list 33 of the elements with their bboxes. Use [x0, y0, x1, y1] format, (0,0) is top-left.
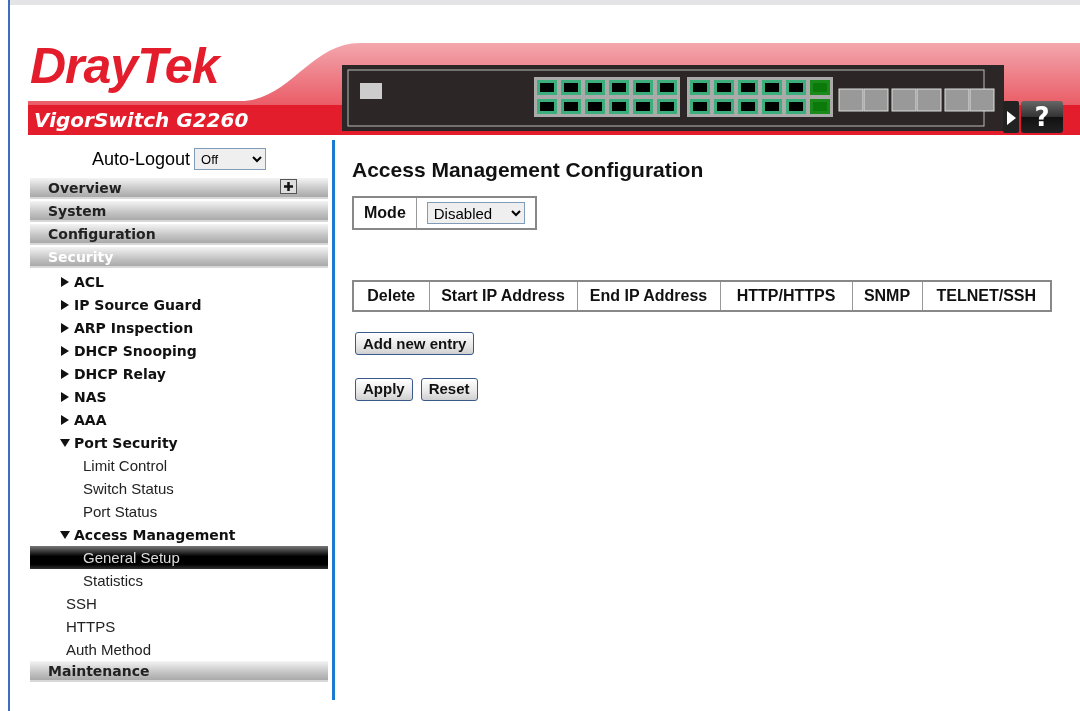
- form-button[interactable]: Apply: [355, 377, 413, 401]
- play-button[interactable]: [1003, 101, 1019, 133]
- model-name: VigorSwitch G2260: [34, 108, 249, 132]
- auto-logout-select[interactable]: Off: [194, 148, 267, 170]
- nav-item[interactable]: IP Source Guard: [30, 293, 328, 316]
- play-icon: [1006, 110, 1016, 125]
- nav-item[interactable]: HTTPS: [30, 615, 328, 638]
- nav-item[interactable]: Switch Status: [30, 477, 328, 500]
- expand-icon[interactable]: [280, 179, 297, 194]
- page-title: Access Management Configuration: [352, 158, 705, 182]
- nav-item[interactable]: Auth Method: [30, 638, 328, 661]
- auto-logout-label: Auto-Logout: [91, 148, 191, 170]
- nav-item[interactable]: NAS: [30, 385, 328, 408]
- nav-item[interactable]: Statistics: [30, 569, 328, 592]
- nav-item[interactable]: ARP Inspection: [30, 316, 328, 339]
- nav-item[interactable]: DHCP Snooping: [30, 339, 328, 362]
- nav-item[interactable]: AAA: [30, 408, 328, 431]
- nav-item[interactable]: SSH: [30, 592, 328, 615]
- form-button[interactable]: Reset: [420, 377, 478, 401]
- nav-item[interactable]: Port Status: [30, 500, 328, 523]
- menu-header[interactable]: Maintenance: [30, 661, 328, 682]
- menu-header[interactable]: Configuration: [30, 224, 328, 245]
- help-button[interactable]: ?: [1021, 101, 1063, 133]
- nav-item[interactable]: Port Security: [30, 431, 328, 454]
- nav-item[interactable]: ACL: [30, 270, 328, 293]
- nav-item[interactable]: Limit Control: [30, 454, 328, 477]
- nav-item[interactable]: General Setup: [30, 546, 328, 569]
- nav-item[interactable]: DHCP Relay: [30, 362, 328, 385]
- mode-select[interactable]: Disabled: [426, 202, 525, 224]
- menu-header[interactable]: System: [30, 201, 328, 222]
- nav-item[interactable]: Access Management: [30, 523, 328, 546]
- add-entry-button[interactable]: Add new entry: [355, 332, 475, 355]
- menu-header[interactable]: Overview: [30, 178, 328, 199]
